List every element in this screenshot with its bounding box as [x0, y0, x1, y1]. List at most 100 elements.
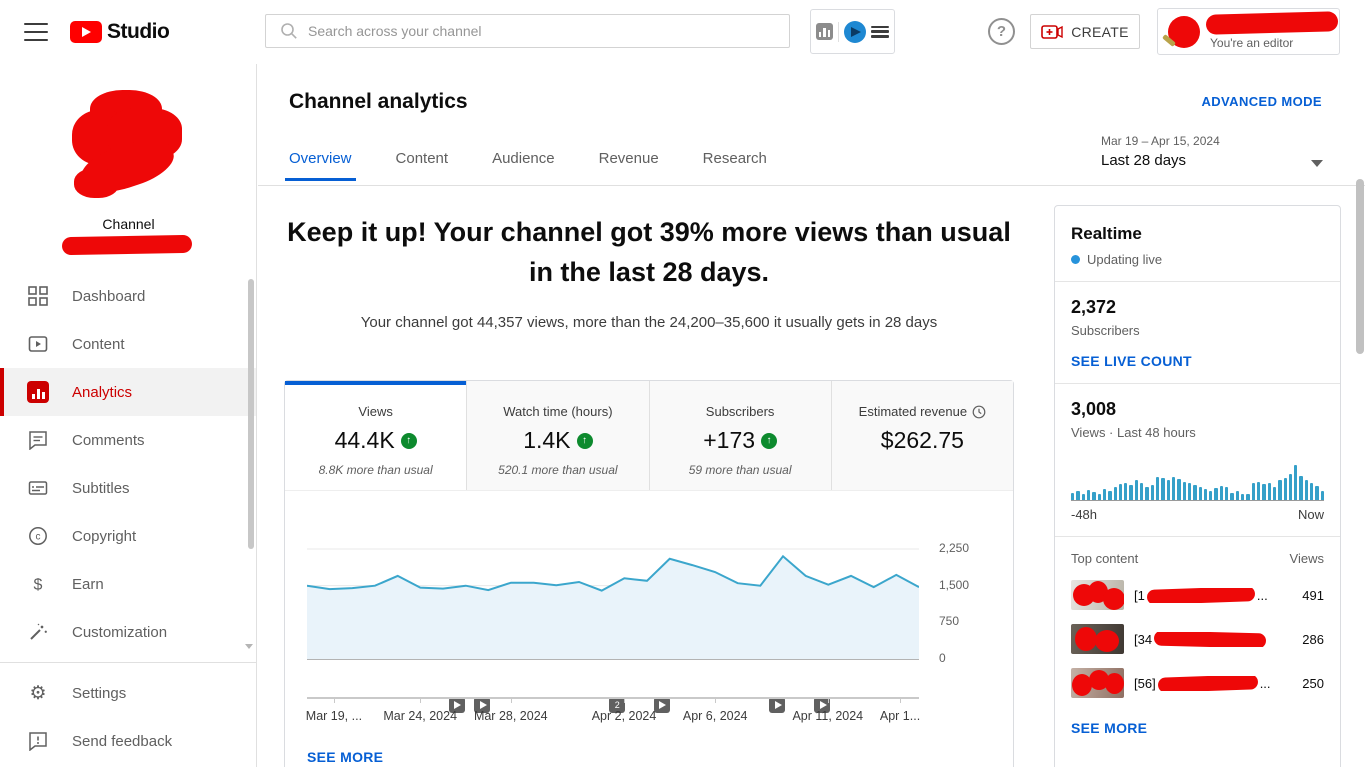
tab-content[interactable]: Content	[396, 150, 449, 181]
video-views: 250	[1290, 676, 1324, 691]
hourly-views-bar	[1193, 485, 1196, 500]
hourly-views-bar	[1156, 477, 1159, 500]
realtime-status: Updating live	[1087, 252, 1162, 267]
sidebar-item-subtitles[interactable]: Subtitles	[0, 464, 256, 512]
account-menu[interactable]: You're an editor	[1157, 8, 1340, 55]
search-input[interactable]	[308, 23, 789, 39]
list-menu-icon[interactable]	[871, 26, 889, 38]
hourly-views-bar	[1241, 494, 1244, 500]
x-axis-tick	[900, 699, 901, 703]
hourly-views-bar	[1230, 493, 1233, 500]
realtime-card: Realtime Updating live 2,372 Subscribers…	[1054, 205, 1341, 767]
sidebar: Channel Dashboard Content Analytics Comm…	[0, 64, 257, 767]
advanced-mode-link[interactable]: ADVANCED MODE	[1201, 94, 1322, 109]
channel-avatar-redacted[interactable]	[72, 90, 187, 195]
trend-up-icon: ↑	[577, 433, 593, 449]
create-button-label: CREATE	[1071, 24, 1129, 40]
hourly-views-bar	[1087, 490, 1090, 500]
top-content-header: Top content	[1071, 551, 1138, 566]
sidebar-item-content[interactable]: Content	[0, 320, 256, 368]
hourly-views-bar	[1278, 480, 1281, 500]
video-views: 286	[1290, 632, 1324, 647]
see-live-count-link[interactable]: SEE LIVE COUNT	[1071, 353, 1324, 369]
avatar	[1168, 16, 1200, 48]
hourly-views-bar	[1183, 482, 1186, 500]
video-thumbnail	[1071, 624, 1124, 654]
hourly-views-bar	[1161, 478, 1164, 500]
metric-subscribers[interactable]: Subscribers +173↑ 59 more than usual	[650, 381, 832, 490]
views-48h-bar-chart[interactable]	[1071, 454, 1324, 500]
bar-chart-icon[interactable]	[816, 23, 833, 40]
page-scrollbar[interactable]	[1356, 179, 1364, 354]
metric-value: +173	[703, 427, 755, 454]
content-icon	[26, 332, 50, 356]
metric-delta: 59 more than usual	[650, 463, 831, 477]
sidebar-item-copyright[interactable]: c Copyright	[0, 512, 256, 560]
hourly-views-bar	[1071, 493, 1074, 500]
top-content-see-more-link[interactable]: SEE MORE	[1071, 720, 1324, 736]
hourly-views-bar	[1199, 487, 1202, 500]
hourly-views-bar	[1172, 477, 1175, 500]
browser-extension-widget[interactable]	[810, 9, 895, 54]
extension-play-icon[interactable]	[844, 21, 866, 43]
sidebar-scrollbar[interactable]	[248, 279, 254, 549]
chart-see-more-link[interactable]: SEE MORE	[307, 749, 383, 765]
account-role-label: You're an editor	[1210, 36, 1293, 50]
metric-estimated-revenue[interactable]: Estimated revenue $262.75	[832, 381, 1013, 490]
tab-revenue[interactable]: Revenue	[599, 150, 659, 181]
youtube-studio-logo[interactable]: Studio	[70, 20, 169, 44]
metric-watch-time[interactable]: Watch time (hours) 1.4K↑ 520.1 more than…	[467, 381, 649, 490]
date-period-text: Last 28 days	[1101, 152, 1220, 169]
y-axis-tick-label: 2,250	[939, 541, 999, 555]
top-content-row[interactable]: [1... 491	[1071, 580, 1324, 610]
sidebar-item-settings[interactable]: ⚙ Settings	[0, 669, 256, 717]
video-views: 491	[1290, 588, 1324, 603]
y-axis-tick-label: 0	[939, 651, 999, 665]
sidebar-item-comments[interactable]: Comments	[0, 416, 256, 464]
menu-icon[interactable]	[24, 23, 48, 41]
metric-delta: 520.1 more than usual	[467, 463, 648, 477]
sidebar-item-analytics[interactable]: Analytics	[0, 368, 256, 416]
tab-overview[interactable]: Overview	[289, 150, 352, 181]
overview-chart-card: Views 44.4K↑ 8.8K more than usual Watch …	[284, 380, 1014, 767]
divider	[838, 22, 839, 42]
x-axis-tick	[511, 699, 512, 703]
tab-research[interactable]: Research	[703, 150, 767, 181]
sidebar-item-label: Send feedback	[72, 733, 172, 750]
svg-text:c: c	[36, 532, 41, 543]
sidebar-item-dashboard[interactable]: Dashboard	[0, 272, 256, 320]
hourly-views-bar	[1151, 485, 1154, 500]
hourly-views-bar	[1284, 478, 1287, 500]
metric-label: Views	[358, 404, 392, 419]
hourly-views-bar	[1177, 479, 1180, 500]
top-content-row[interactable]: [56]... 250	[1071, 668, 1324, 698]
hourly-views-bar	[1225, 487, 1228, 500]
sidebar-item-customization[interactable]: Customization	[0, 608, 256, 656]
realtime-title: Realtime	[1071, 224, 1324, 244]
clock-icon	[972, 405, 986, 419]
settings-gear-icon: ⚙	[26, 681, 50, 705]
y-axis-tick-label: 1,500	[939, 578, 999, 592]
video-thumbnail	[1071, 668, 1124, 698]
feedback-icon	[26, 729, 50, 753]
studio-logo-text: Studio	[107, 20, 169, 44]
tab-audience[interactable]: Audience	[492, 150, 555, 181]
help-icon[interactable]: ?	[988, 18, 1015, 45]
page-title: Channel analytics	[289, 90, 468, 114]
sidebar-item-earn[interactable]: $ Earn	[0, 560, 256, 608]
x-axis-tick	[334, 699, 335, 703]
search-bar[interactable]	[265, 14, 790, 48]
line-chart-plot[interactable]	[307, 531, 919, 661]
hourly-views-bar	[1108, 491, 1111, 500]
metric-views[interactable]: Views 44.4K↑ 8.8K more than usual	[285, 381, 467, 490]
top-content-row[interactable]: [34 286	[1071, 624, 1324, 654]
sidebar-item-send-feedback[interactable]: Send feedback	[0, 717, 256, 765]
dashboard-icon	[26, 284, 50, 308]
sidebar-scroll-arrow-icon[interactable]	[245, 644, 253, 649]
date-range-picker[interactable]: Mar 19 – Apr 15, 2024 Last 28 days	[1101, 134, 1220, 169]
video-title-partial: [1...	[1134, 588, 1290, 603]
hourly-views-bar	[1236, 491, 1239, 500]
create-button[interactable]: CREATE	[1030, 14, 1140, 49]
hourly-views-bar	[1214, 488, 1217, 500]
trend-up-icon: ↑	[401, 433, 417, 449]
